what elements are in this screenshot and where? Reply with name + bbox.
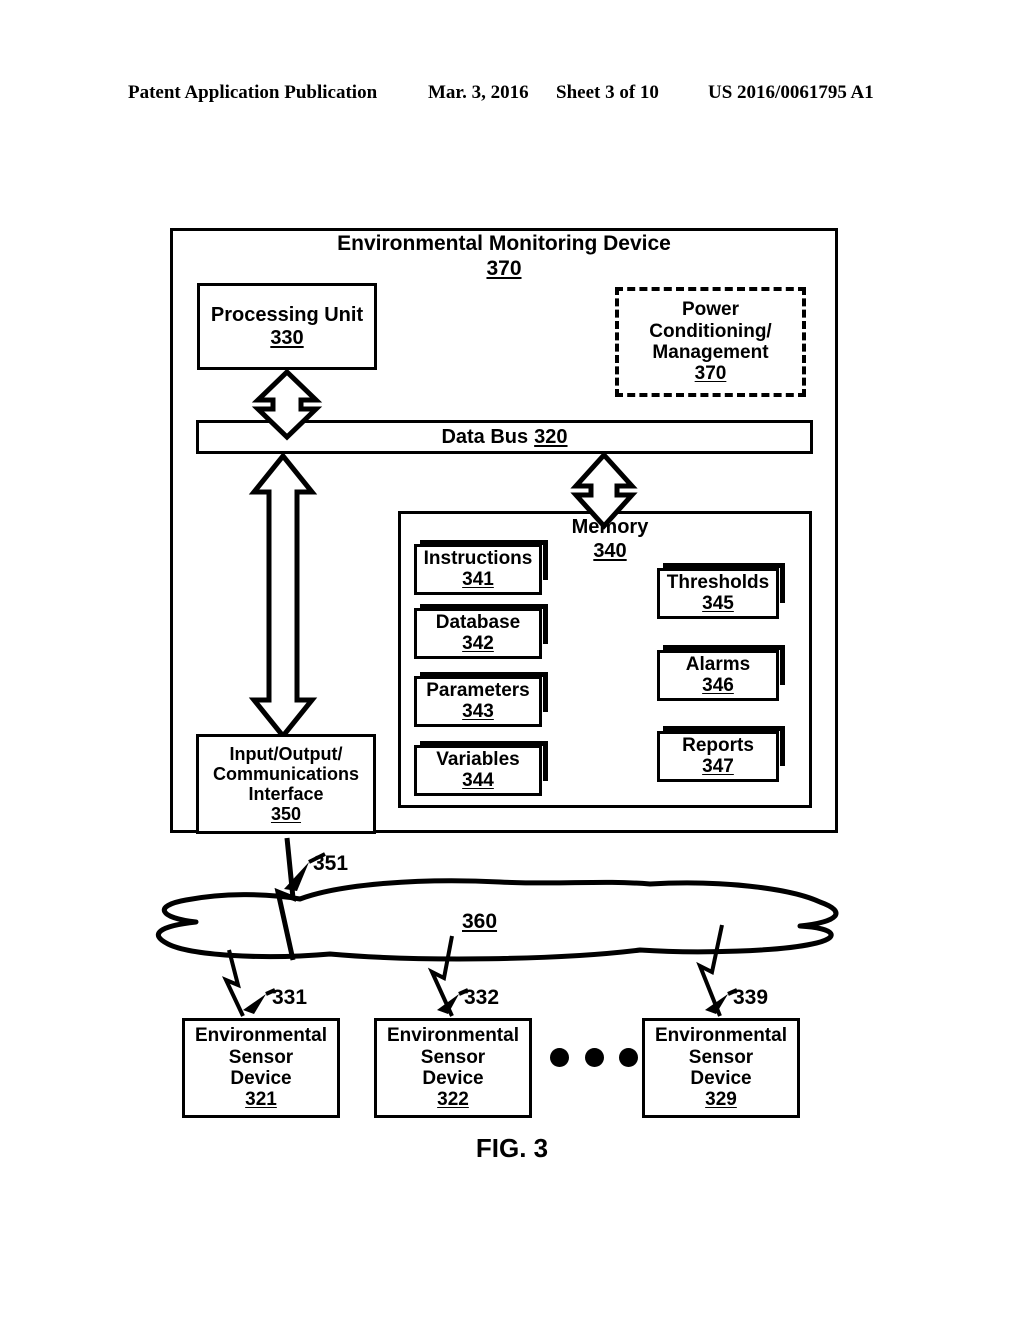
power-conditioning-line2: Conditioning/ (649, 320, 772, 342)
device-title-label: Environmental Monitoring Device (337, 232, 671, 255)
network-cloud (155, 878, 839, 962)
power-conditioning-line1: Power (681, 299, 740, 321)
database-stack-right-line (543, 604, 548, 644)
thresholds-stack-right-line (780, 563, 785, 603)
ellipsis-dot-2 (584, 1047, 604, 1067)
sensor-1-line3: Device (230, 1068, 292, 1089)
io-communications-interface-block: Input/Output/ Communications Interface 3… (196, 734, 376, 834)
memory-block-alarms: Alarms 346 (657, 650, 779, 701)
memory-block-database: Database 342 (414, 608, 542, 659)
sensor-1-ref: 321 (245, 1089, 277, 1111)
patent-number: US 2016/0061795 A1 (708, 82, 874, 103)
patent-figure-page: Patent Application Publication Mar. 3, 2… (0, 0, 1024, 1320)
processing-unit-label: Processing Unit (210, 304, 364, 327)
sensor-2-line1: Environmental (387, 1025, 519, 1047)
data-bus-label: Data Bus (441, 425, 529, 448)
sensor-3-ref: 329 (705, 1089, 737, 1111)
sheet-number: Sheet 3 of 10 (556, 82, 659, 103)
alarms-ref: 346 (702, 674, 734, 696)
reports-stack-right-line (780, 726, 785, 766)
instructions-label: Instructions (423, 547, 533, 569)
memory-label: Memory (571, 516, 649, 538)
ellipsis-dot-3 (619, 1047, 638, 1067)
sensor-2-line3: Device (422, 1068, 484, 1089)
ref-label-331: 331 (272, 986, 308, 1009)
sensor-3-line1: Environmental (655, 1025, 787, 1047)
io-interface-ref: 350 (270, 804, 302, 825)
database-ref: 342 (462, 632, 494, 654)
power-conditioning-management-block: Power Conditioning/ Management 370 (615, 287, 806, 397)
link-icon-332 (427, 935, 469, 1017)
sensor-3-line2: Sensor (688, 1046, 754, 1068)
instructions-ref: 341 (462, 568, 494, 590)
alarms-stack-right-line (780, 645, 785, 685)
memory-block-parameters: Parameters 343 (414, 676, 542, 727)
sensor-3-line3: Device (690, 1068, 752, 1089)
variables-stack-right-line (543, 741, 548, 781)
figure-caption: FIG. 3 (475, 1133, 549, 1163)
io-interface-line3: Interface (248, 784, 324, 804)
variables-label: Variables (436, 748, 520, 770)
memory-block-reports: Reports 347 (657, 731, 779, 782)
link-icon-331 (221, 949, 276, 1017)
power-conditioning-ref: 370 (694, 363, 727, 385)
memory-block-variables: Variables 344 (414, 745, 542, 796)
ref-label-351: 351 (313, 852, 349, 875)
ref-label-339: 339 (733, 986, 769, 1009)
data-bus-ref: 320 (534, 425, 568, 448)
memory-block-thresholds: Thresholds 345 (657, 568, 779, 619)
sensor-1-line2: Sensor (228, 1046, 294, 1068)
io-interface-line2: Communications (212, 763, 359, 784)
parameters-stack-right-line (543, 672, 548, 712)
publication-title: Patent Application Publication (128, 82, 378, 103)
reports-label: Reports (682, 734, 754, 756)
power-conditioning-line3: Management (652, 342, 769, 363)
reports-ref: 347 (702, 755, 734, 777)
thresholds-label: Thresholds (666, 571, 770, 593)
io-interface-line1: Input/Output/ (229, 743, 343, 764)
parameters-label: Parameters (426, 679, 530, 701)
environmental-sensor-device-329: Environmental Sensor Device 329 (642, 1018, 800, 1118)
processing-unit-block: Processing Unit 330 (197, 283, 377, 370)
ref-label-332: 332 (464, 986, 500, 1009)
publication-header: Patent Application Publication Mar. 3, 2… (0, 82, 1024, 112)
ellipsis-indicator (550, 1044, 638, 1070)
parameters-ref: 343 (462, 700, 494, 722)
alarms-label: Alarms (685, 653, 751, 675)
sensor-2-ref: 322 (437, 1089, 469, 1111)
database-label: Database (435, 611, 521, 633)
memory-block-instructions: Instructions 341 (414, 544, 542, 595)
variables-ref: 344 (462, 769, 494, 791)
sensor-2-line2: Sensor (420, 1046, 486, 1068)
instructions-stack-right-line (543, 540, 548, 580)
ref-label-360-network: 360 (462, 910, 498, 933)
data-bus-block: Data Bus 320 (196, 420, 813, 454)
thresholds-ref: 345 (702, 592, 734, 614)
environmental-sensor-device-322: Environmental Sensor Device 322 (374, 1018, 532, 1118)
environmental-monitoring-device-title: Environmental Monitoring Device 370 (170, 232, 838, 282)
processing-unit-ref: 330 (270, 326, 304, 349)
link-icon-339 (696, 924, 738, 1017)
sensor-1-line1: Environmental (195, 1025, 327, 1047)
ellipsis-dot-1 (550, 1047, 569, 1067)
device-ref-number: 370 (486, 256, 522, 280)
environmental-sensor-device-321: Environmental Sensor Device 321 (182, 1018, 340, 1118)
publication-date: Mar. 3, 2016 (428, 82, 529, 103)
